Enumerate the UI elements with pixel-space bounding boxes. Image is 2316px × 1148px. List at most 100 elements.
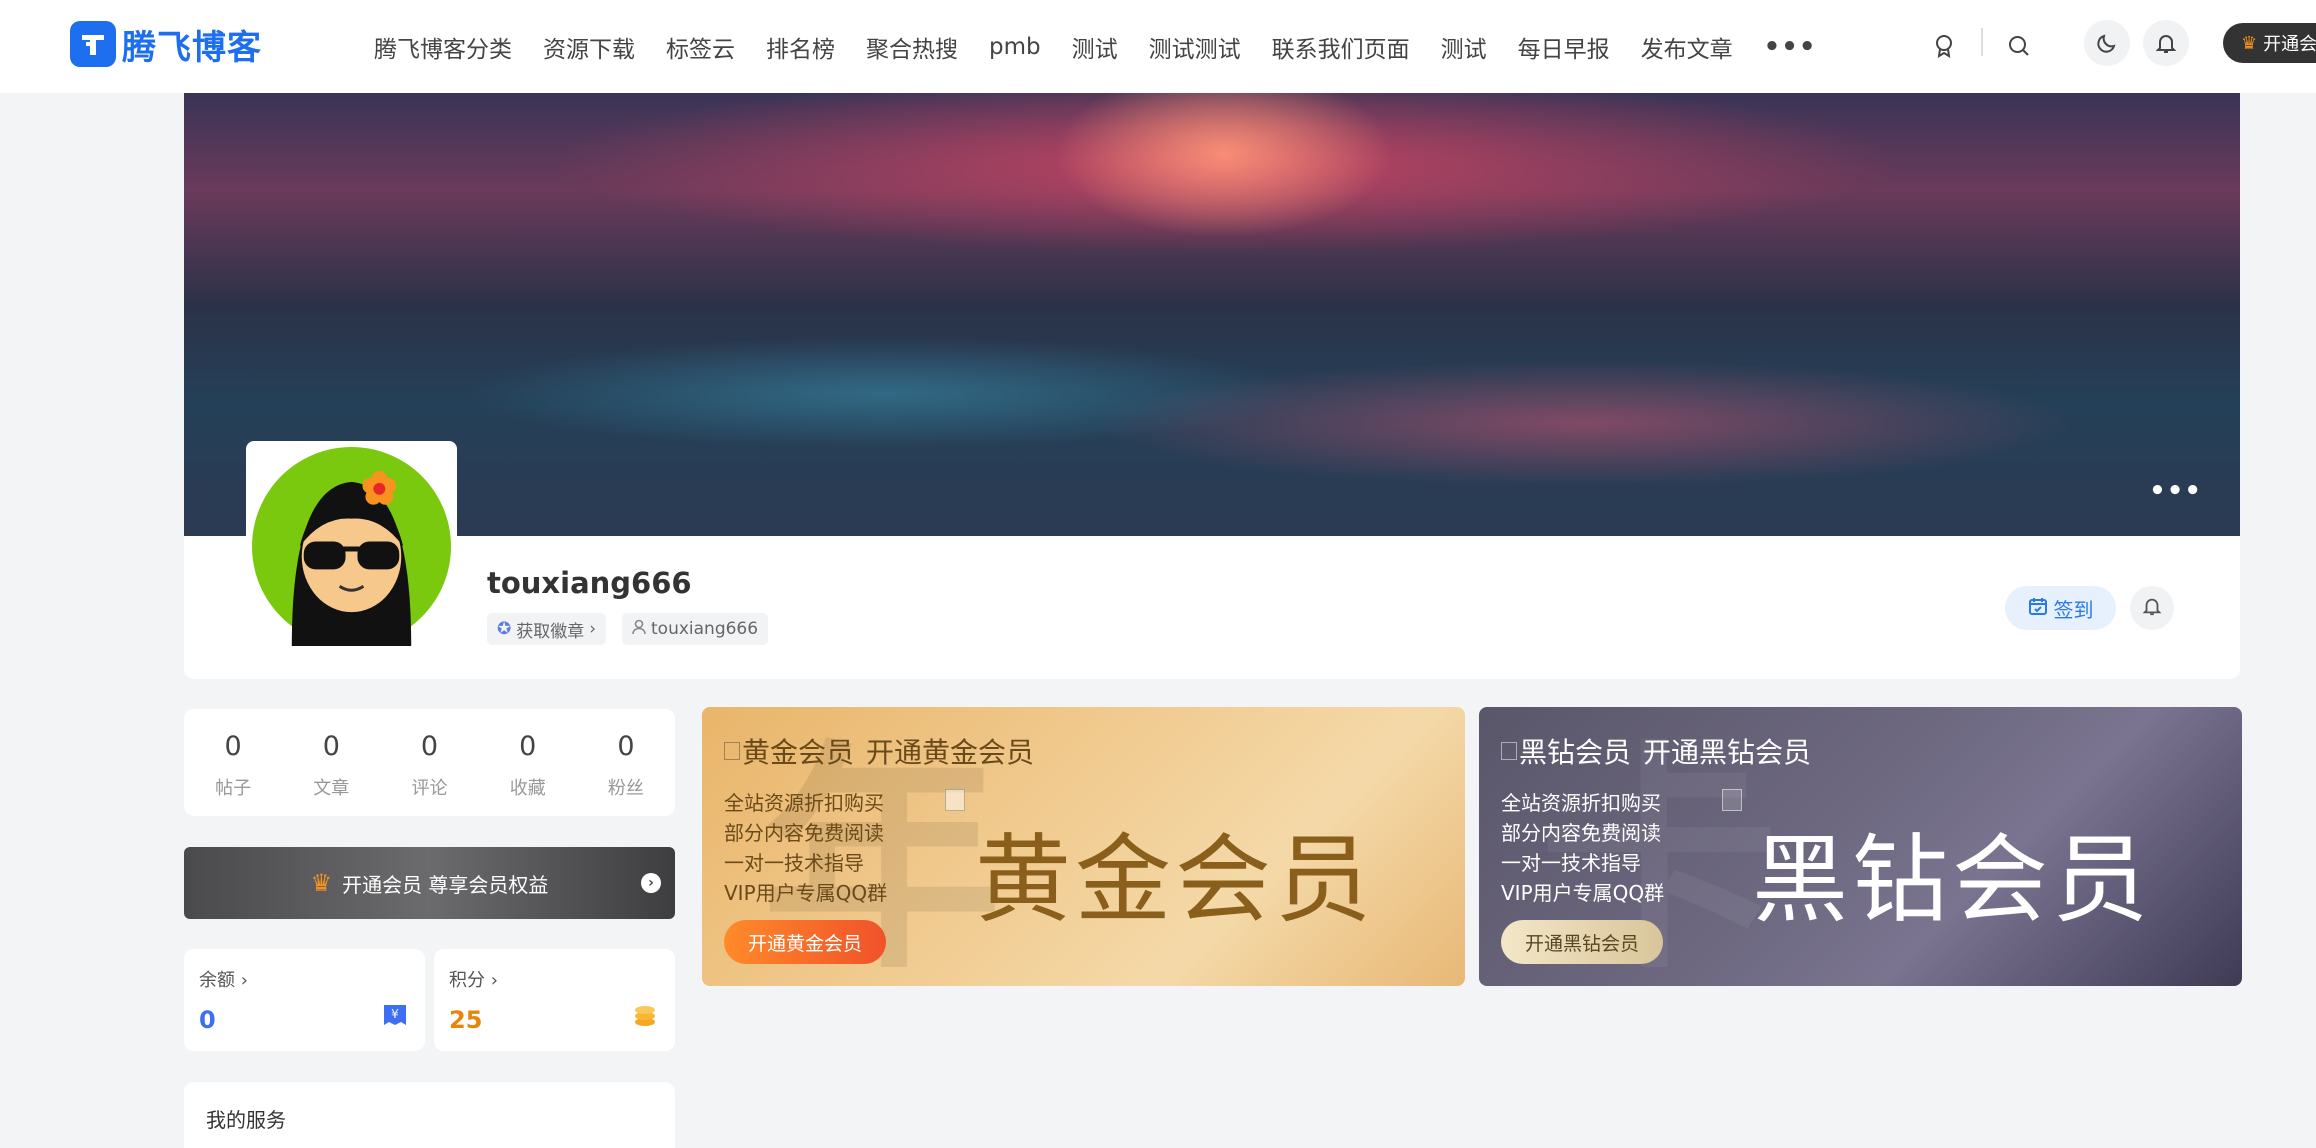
gold-vip-card: 年 黄金会员 开通黄金会员 全站资源折扣购买 部分内容免费阅读 一对一技术指导 … — [702, 707, 1465, 986]
stats-card: 0 帖子 0 文章 0 评论 0 收藏 0 粉丝 — [184, 709, 675, 816]
top-navbar: 腾飞博客 腾飞博客分类 资源下载 标签云 排名榜 聚合热搜 pmb 测试 测试测… — [0, 0, 2316, 93]
gold-vip-features: 全站资源折扣购买 部分内容免费阅读 一对一技术指导 VIP用户专属QQ群 — [724, 788, 887, 908]
stat-label: 收藏 — [509, 778, 546, 799]
black-vip-big-text: 黑钻会员 — [1752, 824, 2152, 936]
black-vip-title: 开通黑钻会员 — [1643, 736, 1812, 769]
get-badge-label: 获取徽章 — [516, 621, 585, 642]
logo-text: 腾飞博客 — [122, 27, 262, 68]
open-black-vip-button[interactable]: 开通黑钻会员 — [1501, 920, 1664, 964]
services-title: 我的服务 — [206, 1108, 286, 1132]
username: touxiang666 — [487, 566, 692, 600]
stat-label: 评论 — [411, 778, 448, 799]
feature-item: 一对一技术指导 — [1501, 851, 1641, 875]
feature-item: VIP用户专属QQ群 — [1501, 881, 1665, 905]
stat-label: 帖子 — [215, 778, 252, 799]
feature-item: 全站资源折扣购买 — [1501, 791, 1661, 815]
open-gold-vip-button[interactable]: 开通黄金会员 — [724, 920, 887, 964]
gold-vip-image-alt: 黄金会员 — [724, 731, 854, 771]
avatar[interactable] — [246, 441, 457, 652]
balance-card[interactable]: 余额 › 0 ¥ — [184, 949, 425, 1051]
feature-item: 部分内容免费阅读 — [724, 821, 884, 845]
gold-vip-title: 开通黄金会员 — [866, 736, 1035, 769]
open-vip-button[interactable]: ♛ 开通会 — [2223, 23, 2316, 63]
nav-item[interactable]: 联系我们页面 — [1272, 30, 1410, 64]
stat-value: 0 — [617, 731, 635, 762]
nav-item[interactable]: pmb — [989, 34, 1041, 60]
gold-vip-heading: 黄金会员 开通黄金会员 — [724, 731, 1034, 771]
coins-icon — [631, 1001, 659, 1029]
gold-vip-big-text: 黄金会员 — [975, 824, 1375, 936]
crown-icon: ♛ — [310, 869, 333, 897]
stat-value: 0 — [420, 731, 439, 762]
header-divider — [1981, 28, 1983, 56]
arrow-right-icon: › — [641, 873, 661, 893]
user-tag: touxiang666 — [622, 613, 769, 645]
broken-image-icon — [724, 742, 740, 760]
nav-item[interactable]: 资源下载 — [543, 30, 635, 64]
broken-image-icon — [945, 789, 965, 811]
stat-value: 0 — [322, 731, 340, 762]
get-badge-link[interactable]: ✪ 获取徽章 › — [487, 613, 607, 645]
points-title: 积分 › — [449, 970, 498, 991]
black-vip-card: 卡 黑钻会员 开通黑钻会员 全站资源折扣购买 部分内容免费阅读 一对一技术指导 … — [1479, 707, 2242, 986]
feature-item: 一对一技术指导 — [724, 851, 864, 875]
crown-icon: ♛ — [2241, 32, 2258, 54]
medal-icon[interactable] — [1928, 30, 1960, 62]
nav-item[interactable]: 发布文章 — [1641, 30, 1733, 64]
nav-item[interactable]: 标签云 — [666, 30, 735, 64]
follow-bell-button[interactable] — [2130, 586, 2174, 630]
nav-item[interactable]: 测试 — [1441, 30, 1487, 64]
stat-followers[interactable]: 0 粉丝 — [577, 709, 675, 816]
stat-value: 0 — [519, 731, 537, 762]
profile-cover-image: ••• — [184, 93, 2240, 536]
stat-articles[interactable]: 0 文章 — [282, 709, 380, 816]
balance-title: 余额 › — [199, 970, 248, 991]
feature-item: 全站资源折扣购买 — [724, 791, 884, 815]
sign-in-label: 签到 — [2053, 597, 2094, 622]
points-value: 25 — [449, 1006, 483, 1034]
nav-item[interactable]: 测试 — [1072, 30, 1118, 64]
open-vip-banner-label: 开通会员 尊享会员权益 — [342, 872, 549, 897]
points-card[interactable]: 积分 › 25 — [434, 949, 675, 1051]
cover-more-button[interactable]: ••• — [2149, 476, 2202, 506]
nav-item[interactable]: 每日早报 — [1518, 30, 1610, 64]
chevron-right-icon: › — [589, 619, 597, 639]
bell-icon — [2142, 596, 2162, 620]
user-icon — [632, 619, 646, 640]
black-vip-features: 全站资源折扣购买 部分内容免费阅读 一对一技术指导 VIP用户专属QQ群 — [1501, 788, 1664, 908]
main-nav: 腾飞博客分类 资源下载 标签云 排名榜 聚合热搜 pmb 测试 测试测试 联系我… — [374, 0, 1816, 93]
my-services-card: 我的服务 — [184, 1082, 675, 1148]
search-icon[interactable] — [2003, 30, 2035, 62]
open-vip-label: 开通会 — [2263, 34, 2316, 55]
stat-label: 文章 — [313, 778, 350, 799]
nav-item[interactable]: 聚合热搜 — [866, 30, 958, 64]
user-tag-label: touxiang666 — [651, 619, 759, 639]
stat-favorites[interactable]: 0 收藏 — [479, 709, 577, 816]
yuan-ticket-icon: ¥ — [381, 1001, 409, 1029]
nav-item[interactable]: 测试测试 — [1149, 30, 1241, 64]
svg-text:¥: ¥ — [391, 1007, 399, 1021]
moon-icon[interactable] — [2084, 20, 2130, 66]
logo-icon — [70, 21, 116, 67]
broken-image-icon — [1501, 742, 1517, 760]
black-vip-heading: 黑钻会员 开通黑钻会员 — [1501, 731, 1811, 771]
stat-label: 粉丝 — [607, 778, 644, 799]
black-vip-image-alt: 黑钻会员 — [1501, 731, 1631, 771]
broken-image-icon — [1722, 789, 1742, 811]
balance-value: 0 — [199, 1006, 216, 1034]
sign-in-button[interactable]: 签到 — [2005, 586, 2116, 630]
feature-item: 部分内容免费阅读 — [1501, 821, 1661, 845]
badge-icon: ✪ — [497, 619, 512, 639]
nav-more-button[interactable]: ••• — [1764, 32, 1817, 62]
nav-item[interactable]: 腾飞博客分类 — [374, 30, 512, 64]
feature-item: VIP用户专属QQ群 — [724, 881, 888, 905]
open-vip-banner[interactable]: ♛ 开通会员 尊享会员权益 › — [184, 847, 675, 919]
stat-value: 0 — [224, 731, 242, 762]
bell-icon[interactable] — [2143, 20, 2189, 66]
stat-comments[interactable]: 0 评论 — [380, 709, 478, 816]
site-logo[interactable]: 腾飞博客 — [70, 20, 262, 68]
calendar-icon — [2028, 596, 2048, 621]
profile-header — [184, 536, 2240, 679]
nav-item[interactable]: 排名榜 — [766, 30, 835, 64]
stat-posts[interactable]: 0 帖子 — [184, 709, 282, 816]
